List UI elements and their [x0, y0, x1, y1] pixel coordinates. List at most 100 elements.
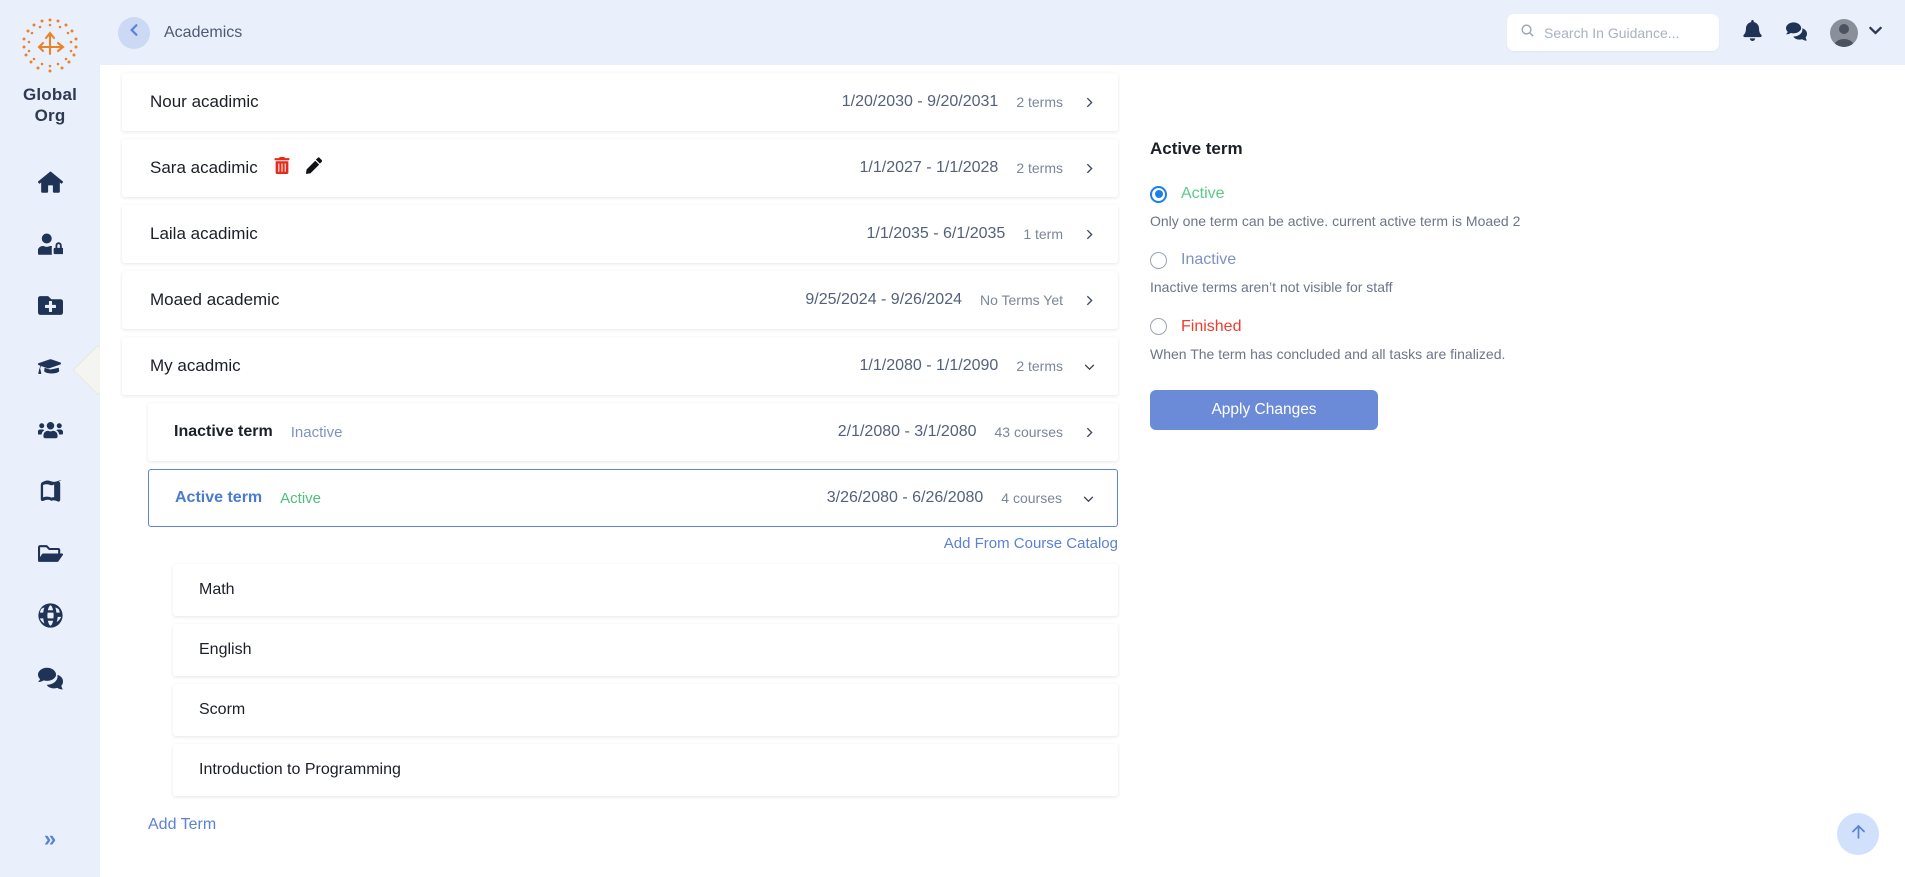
messages-button[interactable] — [1786, 20, 1807, 46]
sidebar-item-home[interactable] — [0, 153, 100, 215]
chevron-right-icon[interactable] — [1083, 426, 1096, 439]
search-icon — [1520, 23, 1535, 43]
folder-open-icon — [37, 541, 63, 571]
academic-name: Nour acadimic — [150, 92, 259, 111]
main-area: Academics Search In Guidance... Nour aca… — [100, 0, 1905, 877]
sidebar-item-sites[interactable] — [0, 587, 100, 649]
list-item[interactable]: Introduction to Programming — [173, 744, 1118, 796]
table-row[interactable]: Moaed academic 9/25/2024 - 9/26/2024 No … — [122, 271, 1118, 329]
arrow-up-icon — [1849, 822, 1868, 846]
list-item[interactable]: Scorm — [173, 684, 1118, 736]
notifications-button[interactable] — [1742, 19, 1763, 46]
add-term-link[interactable]: Add Term — [148, 816, 216, 834]
academic-terms-count: 1 term — [1023, 226, 1063, 242]
course-name: Scorm — [199, 701, 246, 718]
sidebar-item-add-folder[interactable] — [0, 277, 100, 339]
academic-dates: 1/1/2080 - 1/1/2090 — [859, 357, 999, 374]
chevron-down-icon — [1868, 23, 1883, 43]
table-row[interactable]: Nour acadimic 1/20/2030 - 9/20/2031 2 te… — [122, 73, 1118, 131]
academics-scroll[interactable]: Nour acadimic 1/20/2030 - 9/20/2031 2 te… — [100, 65, 1140, 877]
radio-help-inactive: Inactive terms aren’t not visible for st… — [1150, 279, 1393, 296]
academic-name: Sara acadimic — [150, 158, 258, 177]
course-name: Math — [199, 581, 235, 598]
home-icon — [37, 169, 63, 199]
sidebar-nav — [0, 153, 100, 711]
page-title: Active term — [1150, 139, 1243, 158]
brand-line-2: Org — [34, 106, 66, 126]
term-dates: 3/26/2080 - 6/26/2080 — [826, 489, 984, 506]
double-chevron-right-icon: » — [43, 826, 57, 851]
status-badge: Active — [280, 489, 322, 507]
breadcrumb: Academics — [118, 16, 242, 49]
globe-icon — [37, 602, 63, 633]
pencil-icon[interactable] — [305, 157, 322, 179]
table-row[interactable]: My acadmic 1/1/2080 - 1/1/2090 2 terms — [122, 337, 1118, 395]
top-bar: Academics — [100, 0, 1905, 65]
sidebar-item-courses[interactable] — [0, 463, 100, 525]
bell-icon — [1742, 19, 1763, 46]
user-lock-icon — [37, 231, 64, 261]
radio-label-finished: Finished — [1181, 317, 1242, 335]
sidebar-item-academics[interactable] — [0, 339, 100, 401]
sidebar-item-permissions[interactable] — [0, 215, 100, 277]
list-item[interactable]: Math — [173, 564, 1118, 616]
avatar — [1830, 18, 1858, 47]
sidebar-item-files[interactable] — [0, 525, 100, 587]
brand-name: Global Org — [23, 84, 77, 127]
list-item[interactable]: English — [173, 624, 1118, 676]
radio-finished[interactable] — [1150, 318, 1167, 336]
radio-option-active[interactable]: Active — [1150, 185, 1905, 203]
chevron-down-icon[interactable] — [1083, 360, 1096, 373]
academic-dates: 1/20/2030 - 9/20/2031 — [841, 93, 999, 110]
term-courses-count: 4 courses — [1001, 490, 1062, 506]
radio-option-inactive[interactable]: Inactive — [1150, 251, 1905, 269]
comments-icon — [1786, 20, 1807, 46]
sidebar-item-users[interactable] — [0, 401, 100, 463]
chevron-right-icon[interactable] — [1083, 294, 1096, 307]
term-status-radio-group: Active Only one term can be active. curr… — [1150, 185, 1905, 384]
academic-terms-count: 2 terms — [1016, 358, 1063, 374]
academic-name: Laila acadimic — [150, 224, 258, 243]
global-search[interactable] — [1507, 14, 1719, 51]
radio-help-active: Only one term can be active. current act… — [1150, 213, 1521, 229]
term-name: Active term — [175, 489, 263, 506]
radio-label-active: Active — [1181, 185, 1225, 202]
term-detail-panel: Active term Active Only one term can be … — [1140, 65, 1905, 877]
status-badge: Inactive — [290, 423, 343, 441]
radio-help-finished: When The term has concluded and all task… — [1150, 345, 1506, 362]
term-courses-count: 43 courses — [994, 424, 1063, 440]
sidebar-collapse-toggle[interactable]: » — [30, 819, 70, 859]
apply-changes-button[interactable]: Apply Changes — [1150, 389, 1378, 430]
org-compass-logo-icon — [18, 14, 82, 78]
table-row[interactable]: Sara acadimic 1/1/2027 - 1/1/2028 2 term… — [122, 139, 1118, 197]
academic-dates: 1/1/2035 - 6/1/2035 — [866, 225, 1006, 242]
content-area: Nour acadimic 1/20/2030 - 9/20/2031 2 te… — [100, 65, 1905, 877]
brand-line-1: Global — [22, 85, 78, 104]
catalog-link-row: Add From Course Catalog — [148, 535, 1118, 552]
search-input[interactable] — [1544, 24, 1706, 41]
radio-inactive[interactable] — [1150, 251, 1167, 269]
chevron-right-icon[interactable] — [1083, 162, 1096, 175]
back-button[interactable] — [118, 16, 150, 49]
folder-plus-icon — [37, 293, 63, 323]
chevron-right-icon[interactable] — [1083, 96, 1096, 109]
table-row[interactable]: Laila acadimic 1/1/2035 - 6/1/2035 1 ter… — [122, 205, 1118, 263]
chevron-right-icon[interactable] — [1083, 228, 1096, 241]
comments-icon — [37, 665, 63, 695]
list-item[interactable]: Inactive term Inactive 2/1/2080 - 3/1/20… — [148, 403, 1118, 461]
radio-option-finished[interactable]: Finished — [1150, 318, 1905, 336]
chevron-down-icon[interactable] — [1082, 492, 1095, 505]
radio-active[interactable] — [1150, 185, 1167, 203]
scroll-to-top-button[interactable] — [1837, 813, 1879, 855]
course-name: Introduction to Programming — [199, 761, 401, 778]
brand[interactable]: Global Org — [18, 0, 82, 127]
list-item[interactable]: Active term Active 3/26/2080 - 6/26/2080… — [148, 469, 1118, 527]
users-icon — [37, 417, 63, 447]
add-from-course-catalog-link[interactable]: Add From Course Catalog — [944, 535, 1118, 552]
account-menu[interactable] — [1830, 18, 1883, 47]
trash-icon[interactable] — [274, 156, 290, 179]
sidebar-item-messages[interactable] — [0, 649, 100, 711]
sidebar: Global Org » — [0, 0, 100, 877]
top-bar-actions — [1507, 14, 1883, 51]
academic-terms-count: 2 terms — [1016, 94, 1063, 110]
